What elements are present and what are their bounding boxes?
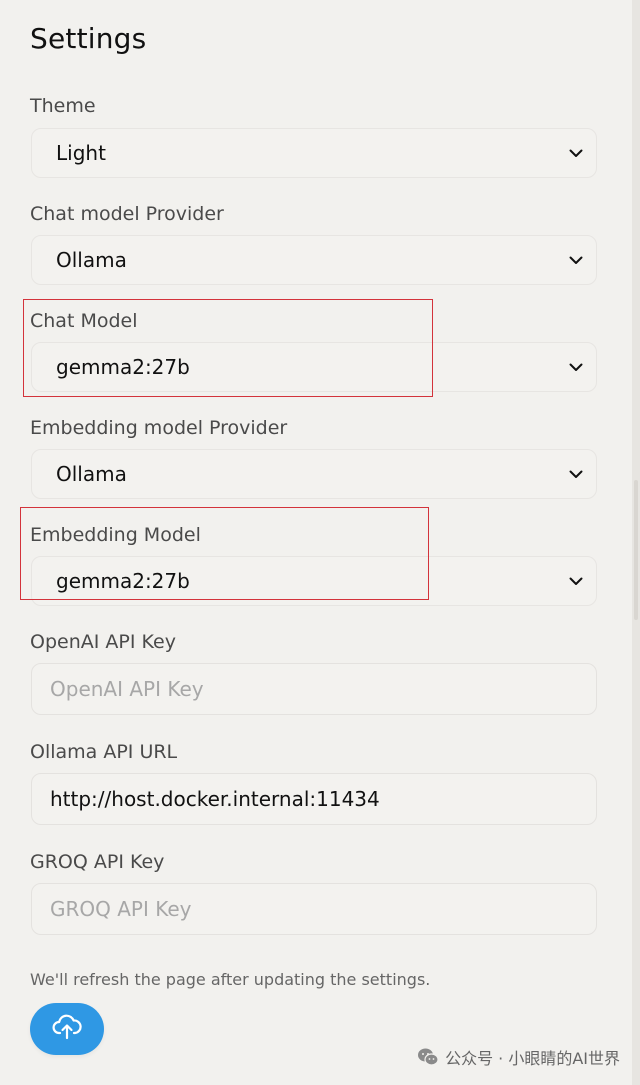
chat-model-label: Chat Model: [30, 310, 138, 332]
chevron-down-icon: [562, 246, 590, 274]
groq-key-input[interactable]: [48, 896, 580, 922]
embedding-model-select[interactable]: gemma2:27b: [31, 556, 597, 606]
ollama-url-field[interactable]: [31, 773, 597, 825]
chat-provider-select[interactable]: Ollama: [31, 235, 597, 285]
openai-key-field[interactable]: [31, 663, 597, 715]
refresh-note: We'll refresh the page after updating th…: [30, 970, 431, 989]
settings-page: Settings Theme Light Chat model Provider…: [0, 0, 640, 1085]
embedding-provider-select-value: Ollama: [56, 462, 127, 486]
embedding-model-label: Embedding Model: [30, 524, 201, 546]
openai-key-label: OpenAI API Key: [30, 631, 176, 653]
ollama-url-label: Ollama API URL: [30, 741, 178, 763]
embedding-provider-label: Embedding model Provider: [30, 417, 288, 439]
embedding-model-select-value: gemma2:27b: [56, 569, 190, 593]
wechat-icon: [417, 1046, 439, 1068]
chat-provider-select-value: Ollama: [56, 248, 127, 272]
chevron-down-icon: [562, 460, 590, 488]
groq-key-field[interactable]: [31, 883, 597, 935]
chat-provider-label: Chat model Provider: [30, 203, 224, 225]
embedding-provider-select[interactable]: Ollama: [31, 449, 597, 499]
chevron-down-icon: [562, 567, 590, 595]
chevron-down-icon: [562, 139, 590, 167]
openai-key-input[interactable]: [48, 676, 580, 702]
page-title: Settings: [30, 22, 147, 55]
ollama-url-input[interactable]: [48, 786, 580, 812]
theme-label: Theme: [30, 95, 96, 117]
scrollbar[interactable]: [632, 0, 640, 1085]
groq-key-label: GROQ API Key: [30, 851, 165, 873]
chat-model-select-value: gemma2:27b: [56, 355, 190, 379]
cloud-upload-icon: [52, 1014, 82, 1044]
chevron-down-icon: [562, 353, 590, 381]
theme-select[interactable]: Light: [31, 128, 597, 178]
save-settings-button[interactable]: [30, 1003, 104, 1055]
watermark: 公众号 · 小眼睛的AI世界: [417, 1045, 620, 1069]
watermark-text: 公众号 · 小眼睛的AI世界: [445, 1049, 620, 1068]
theme-select-value: Light: [56, 141, 106, 165]
chat-model-select[interactable]: gemma2:27b: [31, 342, 597, 392]
